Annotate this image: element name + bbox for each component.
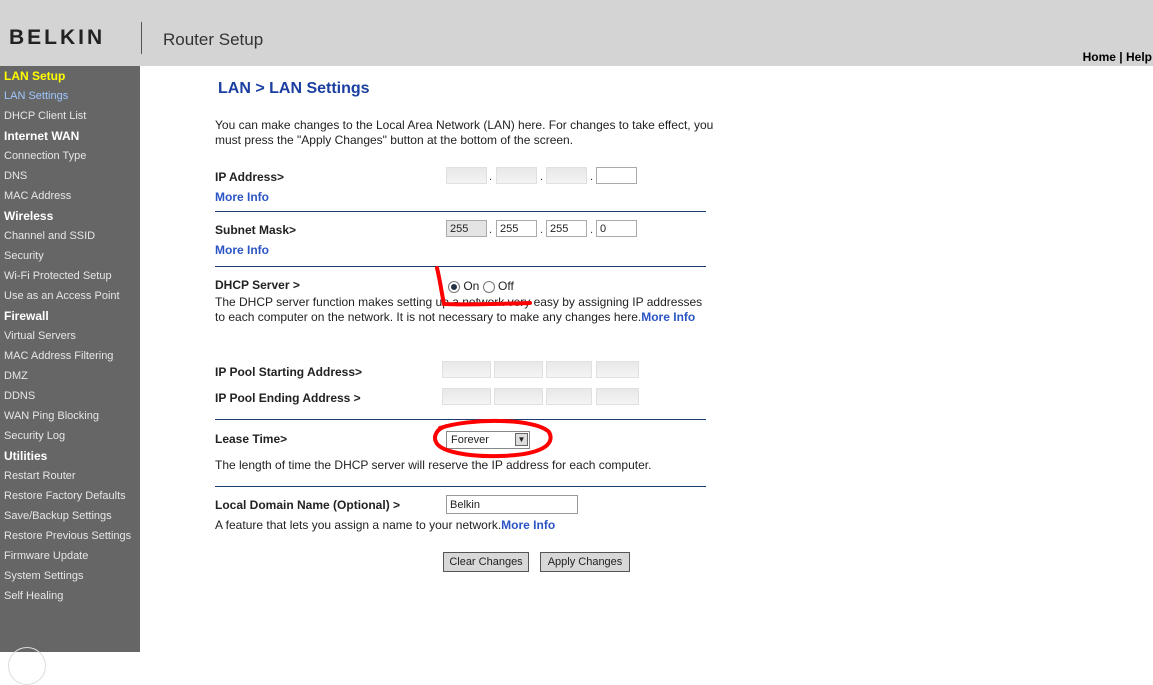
sidebar-item-lan-settings[interactable]: LAN Settings	[4, 90, 68, 102]
section-divider	[215, 419, 706, 420]
logo-divider	[141, 22, 142, 54]
pool-end-octet-3[interactable]	[546, 388, 592, 405]
ip-dot: .	[590, 171, 594, 183]
ip-octet-1[interactable]	[446, 167, 487, 184]
local-domain-input[interactable]: Belkin	[446, 495, 578, 514]
dhcp-more-info-link[interactable]: More Info	[641, 310, 695, 324]
sidebar-heading-firewall[interactable]: Firewall	[4, 309, 49, 323]
dhcp-on-radio[interactable]	[448, 280, 460, 293]
dhcp-radio-group: On Off	[448, 279, 514, 293]
ip-address-label: IP Address>	[215, 170, 285, 184]
sidebar-item-dmz[interactable]: DMZ	[4, 370, 28, 382]
pool-start-octet-3[interactable]	[546, 361, 592, 378]
ip-address-more-info-link[interactable]: More Info	[215, 190, 269, 204]
subnet-dot: .	[540, 224, 544, 236]
local-domain-description-text: A feature that lets you assign a name to…	[215, 518, 502, 532]
pool-end-octet-4[interactable]	[596, 388, 639, 405]
dhcp-on-label: On	[463, 279, 480, 293]
sidebar-item-save-backup[interactable]: Save/Backup Settings	[4, 510, 112, 522]
sidebar-item-mac-address[interactable]: MAC Address	[4, 190, 71, 202]
sidebar-heading-internet-wan[interactable]: Internet WAN	[4, 129, 79, 143]
dhcp-off-label: Off	[498, 279, 514, 293]
ip-pool-end-label: IP Pool Ending Address >	[215, 391, 361, 405]
sidebar-item-mac-filtering[interactable]: MAC Address Filtering	[4, 350, 113, 362]
clear-changes-button[interactable]: Clear Changes	[443, 552, 529, 572]
page-title: LAN > LAN Settings	[218, 80, 370, 97]
link-separator: |	[1119, 50, 1123, 64]
section-divider	[215, 486, 706, 487]
subnet-octet-3[interactable]: 255	[546, 220, 587, 237]
ip-dot: .	[489, 171, 493, 183]
sidebar-item-ddns[interactable]: DDNS	[4, 390, 35, 402]
belkin-logo: BELKIN	[9, 26, 106, 49]
lease-time-label: Lease Time>	[215, 432, 288, 446]
subnet-mask-label: Subnet Mask>	[215, 223, 297, 237]
top-links: Home | Help	[1083, 50, 1152, 64]
subnet-octet-4[interactable]: 0	[596, 220, 637, 237]
subnet-dot: .	[489, 224, 493, 236]
lease-time-value: Forever	[451, 434, 489, 446]
sidebar-heading-wireless[interactable]: Wireless	[4, 209, 53, 223]
pool-end-octet-2[interactable]	[494, 388, 543, 405]
ip-octet-4[interactable]	[596, 167, 637, 184]
sidebar-item-virtual-servers[interactable]: Virtual Servers	[4, 330, 76, 342]
pool-end-octet-1[interactable]	[442, 388, 491, 405]
sidebar-item-restore-previous[interactable]: Restore Previous Settings	[4, 530, 131, 542]
sidebar-item-wan-ping-blocking[interactable]: WAN Ping Blocking	[4, 410, 99, 422]
sidebar-item-restore-factory[interactable]: Restore Factory Defaults	[4, 490, 126, 502]
header-bar: BELKIN Router Setup Home | Help	[0, 0, 1153, 66]
sidebar-item-restart-router[interactable]: Restart Router	[4, 470, 76, 482]
sidebar-item-security-log[interactable]: Security Log	[4, 430, 65, 442]
dhcp-server-label: DHCP Server >	[215, 278, 300, 292]
lease-time-description: The length of time the DHCP server will …	[215, 458, 652, 472]
local-domain-more-info-link[interactable]: More Info	[501, 518, 555, 532]
chevron-down-icon[interactable]: ▼	[515, 433, 528, 446]
dhcp-off-radio[interactable]	[482, 280, 495, 293]
local-domain-description: A feature that lets you assign a name to…	[215, 518, 555, 532]
router-setup-title: Router Setup	[163, 30, 264, 49]
ip-pool-start-label: IP Pool Starting Address>	[215, 365, 363, 379]
sidebar-heading-lan-setup[interactable]: LAN Setup	[4, 69, 65, 83]
section-divider	[215, 266, 706, 267]
pool-start-octet-4[interactable]	[596, 361, 639, 378]
sidebar-item-wifi-protected-setup[interactable]: Wi-Fi Protected Setup	[4, 270, 112, 282]
lease-time-select[interactable]: Forever ▼	[446, 431, 530, 449]
sidebar-item-system-settings[interactable]: System Settings	[4, 570, 83, 582]
pool-start-octet-1[interactable]	[442, 361, 491, 378]
sidebar-item-dns[interactable]: DNS	[4, 170, 27, 182]
ip-dot: .	[540, 171, 544, 183]
dhcp-description-text: The DHCP server function makes setting u…	[215, 295, 703, 324]
sidebar-item-firmware-update[interactable]: Firmware Update	[4, 550, 88, 562]
ip-octet-3[interactable]	[546, 167, 587, 184]
intro-text: You can make changes to the Local Area N…	[215, 118, 714, 147]
dhcp-description: The DHCP server function makes setting u…	[215, 295, 715, 325]
ip-octet-2[interactable]	[496, 167, 537, 184]
sidebar-item-dhcp-client-list[interactable]: DHCP Client List	[4, 110, 86, 122]
sidebar-heading-utilities[interactable]: Utilities	[4, 449, 47, 463]
sidebar-bottom-logo	[8, 647, 46, 685]
home-link[interactable]: Home	[1083, 50, 1116, 64]
section-divider	[215, 211, 706, 212]
help-link[interactable]: Help	[1126, 50, 1152, 64]
sidebar-item-access-point[interactable]: Use as an Access Point	[4, 290, 120, 302]
main-content	[140, 66, 1153, 652]
subnet-octet-2[interactable]: 255	[496, 220, 537, 237]
pool-start-octet-2[interactable]	[494, 361, 543, 378]
sidebar-item-connection-type[interactable]: Connection Type	[4, 150, 86, 162]
sidebar-item-self-healing[interactable]: Self Healing	[4, 590, 63, 602]
sidebar-item-channel-ssid[interactable]: Channel and SSID	[4, 230, 95, 242]
subnet-more-info-link[interactable]: More Info	[215, 243, 269, 257]
local-domain-label: Local Domain Name (Optional) >	[215, 498, 401, 512]
apply-changes-button[interactable]: Apply Changes	[540, 552, 630, 572]
subnet-dot: .	[590, 224, 594, 236]
sidebar-item-security[interactable]: Security	[4, 250, 44, 262]
subnet-octet-1: 255	[446, 220, 487, 237]
